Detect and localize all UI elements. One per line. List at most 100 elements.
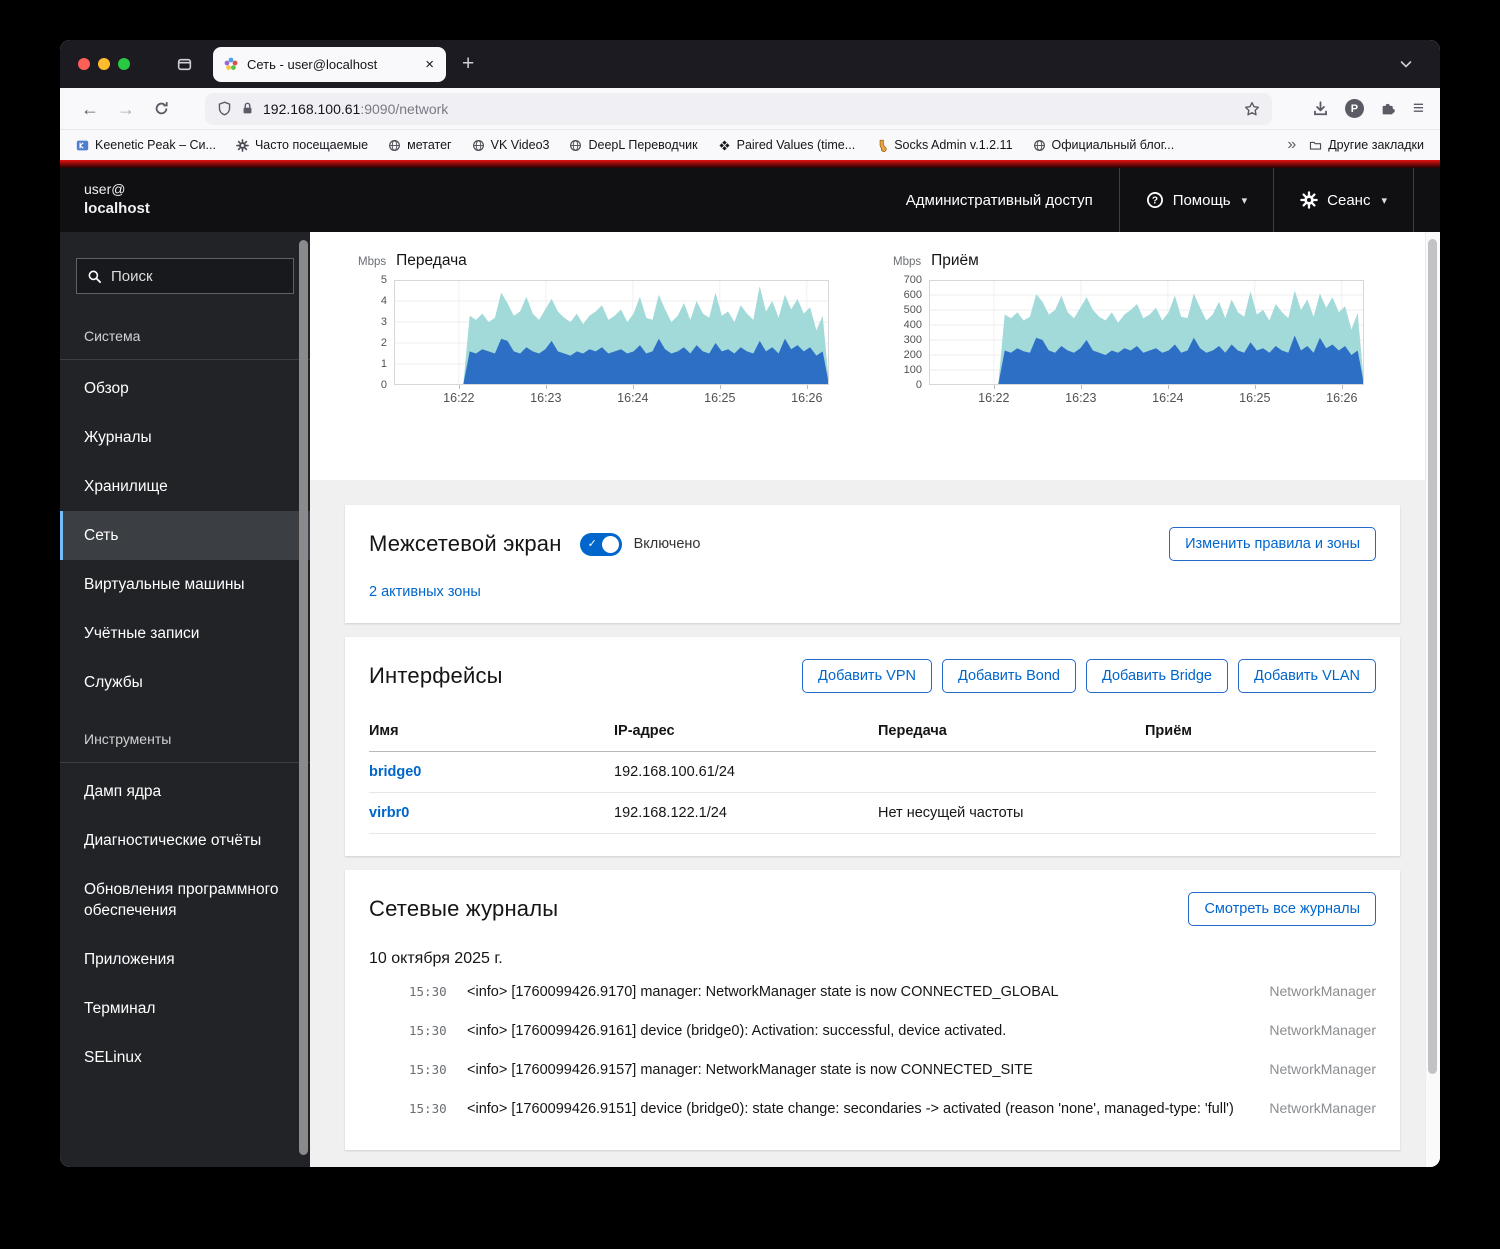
- reload-button[interactable]: [144, 100, 179, 117]
- bookmark-label: метатег: [407, 138, 452, 152]
- sidebar-item[interactable]: Журналы: [60, 413, 310, 462]
- bookmark-favicon: [472, 139, 485, 152]
- new-tab-button[interactable]: +: [462, 52, 474, 76]
- help-menu-button[interactable]: Помощь ▾: [1119, 168, 1273, 232]
- sidebar-item-label: Обновления программного обеспечения: [84, 881, 279, 919]
- log-time: 15:30: [409, 1101, 455, 1116]
- close-tab-icon[interactable]: ×: [423, 57, 436, 72]
- interface-link[interactable]: bridge0: [369, 764, 614, 780]
- host-name: localhost: [84, 200, 150, 217]
- sidebar-item-label: Сеть: [84, 527, 118, 544]
- sidebar-item[interactable]: SELinux: [60, 1033, 310, 1082]
- view-all-logs-button[interactable]: Смотреть все журналы: [1188, 892, 1376, 926]
- admin-access-label: Административный доступ: [906, 192, 1093, 209]
- url-bar[interactable]: 192.168.100.61:9090/network: [205, 93, 1272, 125]
- cockpit-favicon: [223, 56, 239, 72]
- interfaces-card: Интерфейсы Добавить VPN Добавить Bond До…: [345, 637, 1400, 856]
- edit-rules-zones-button[interactable]: Изменить правила и зоны: [1169, 527, 1376, 561]
- bookmark-item[interactable]: DeepL Переводчик: [569, 138, 697, 152]
- active-zones-link[interactable]: 2 активных зоны: [369, 584, 481, 600]
- profile-badge-icon[interactable]: P: [1345, 99, 1364, 118]
- log-row[interactable]: 15:30 <info> [1760099426.9157] manager: …: [409, 1050, 1376, 1089]
- interface-ip: 192.168.122.1/24: [614, 805, 878, 821]
- sidebar-item[interactable]: Сеть: [60, 511, 310, 560]
- firewall-card: Межсетевой экран ✓ Включено Изменить пра…: [345, 505, 1400, 623]
- log-service: NetworkManager: [1255, 1022, 1376, 1038]
- window-controls: [78, 58, 130, 70]
- minimize-window-button[interactable]: [98, 58, 110, 70]
- close-window-button[interactable]: [78, 58, 90, 70]
- sidebar-item-label: Виртуальные машины: [84, 576, 245, 593]
- browser-tab[interactable]: Сеть - user@localhost ×: [213, 47, 446, 82]
- sidebar-item-label: Журналы: [84, 429, 152, 446]
- bookmarks-overflow-icon[interactable]: »: [1287, 136, 1295, 154]
- session-menu-button[interactable]: Сеанс ▾: [1273, 168, 1414, 232]
- firefox-view-icon[interactable]: [176, 56, 193, 73]
- add-interface-button[interactable]: Добавить Bond: [942, 659, 1076, 693]
- tab-title: Сеть - user@localhost: [247, 57, 415, 72]
- table-row[interactable]: virbr0 192.168.122.1/24 Нет несущей част…: [369, 793, 1376, 834]
- log-row[interactable]: 15:30 <info> [1760099426.9161] device (b…: [409, 1011, 1376, 1050]
- sidebar-scrollbar[interactable]: [299, 240, 308, 1155]
- sidebar-item[interactable]: Обзор: [60, 364, 310, 413]
- sidebar-item-label: Обзор: [84, 380, 129, 397]
- sidebar-item[interactable]: Хранилище: [60, 462, 310, 511]
- sidebar-item[interactable]: Диагностические отчёты: [60, 816, 310, 865]
- logs-title: Сетевые журналы: [369, 896, 558, 922]
- log-row[interactable]: 15:30 <info> [1760099426.9170] manager: …: [409, 972, 1376, 1011]
- add-interface-button[interactable]: Добавить VPN: [802, 659, 932, 693]
- sidebar-item-label: Учётные записи: [84, 625, 199, 642]
- other-bookmarks-button[interactable]: Другие закладки: [1309, 138, 1424, 152]
- sidebar-item[interactable]: Дамп ядра: [60, 767, 310, 816]
- log-row[interactable]: 15:30 <info> [1760099426.9151] device (b…: [409, 1089, 1376, 1128]
- firewall-toggle[interactable]: ✓: [580, 533, 622, 556]
- toggle-check-icon: ✓: [588, 537, 597, 550]
- sidebar-item[interactable]: Инструменты: [60, 707, 310, 763]
- bookmark-item[interactable]: метатег: [388, 138, 452, 152]
- content-scrollbar-track[interactable]: [1425, 232, 1440, 1167]
- log-message: <info> [1760099426.9151] device (bridge0…: [467, 1101, 1243, 1117]
- log-message: <info> [1760099426.9157] manager: Networ…: [467, 1062, 1243, 1078]
- bookmark-item[interactable]: Официальный блог...: [1033, 138, 1175, 152]
- bookmark-item[interactable]: Keenetic Peak – Си...: [76, 138, 216, 152]
- sidebar-nav: Система Обзор Журналы Хранилище: [60, 304, 310, 1082]
- bookmark-item[interactable]: Paired Values (time...: [718, 138, 856, 152]
- admin-access-button[interactable]: Административный доступ: [880, 168, 1119, 232]
- sidebar-item[interactable]: Виртуальные машины: [60, 560, 310, 609]
- sidebar-item[interactable]: Учётные записи: [60, 609, 310, 658]
- lock-icon[interactable]: [240, 101, 255, 116]
- bookmark-favicon: [1033, 139, 1046, 152]
- content-scrollbar-thumb[interactable]: [1428, 239, 1437, 1074]
- add-interface-button[interactable]: Добавить VLAN: [1238, 659, 1376, 693]
- add-interface-button[interactable]: Добавить Bridge: [1086, 659, 1228, 693]
- sidebar-item[interactable]: Приложения: [60, 935, 310, 984]
- back-button[interactable]: ←: [72, 100, 108, 118]
- bookmark-item[interactable]: VK Video3: [472, 138, 550, 152]
- zoom-window-button[interactable]: [118, 58, 130, 70]
- sidebar-item[interactable]: Терминал: [60, 984, 310, 1033]
- log-entries: 15:30 <info> [1760099426.9170] manager: …: [369, 972, 1376, 1128]
- log-service: NetworkManager: [1255, 1100, 1376, 1116]
- rx-chart-unit: Mbps: [893, 256, 921, 268]
- interfaces-table-header: Имя IP-адрес Передача Приём: [369, 713, 1376, 752]
- bookmark-star-icon[interactable]: [1244, 101, 1260, 117]
- downloads-icon[interactable]: [1312, 100, 1329, 117]
- log-time: 15:30: [409, 1023, 455, 1038]
- menu-hamburger-icon[interactable]: ≡: [1413, 98, 1424, 120]
- bookmark-label: Keenetic Peak – Си...: [95, 138, 216, 152]
- extensions-puzzle-icon[interactable]: [1380, 100, 1397, 117]
- bookmark-item[interactable]: Часто посещаемые: [236, 138, 368, 152]
- interfaces-rows: bridge0 192.168.100.61/24 virbr0 192.168…: [369, 752, 1376, 834]
- shield-icon[interactable]: [217, 101, 232, 116]
- sidebar-item[interactable]: Система: [60, 304, 310, 360]
- sidebar-search-input[interactable]: Поиск: [76, 258, 294, 294]
- interface-link[interactable]: virbr0: [369, 805, 614, 821]
- sidebar-item[interactable]: Службы: [60, 658, 310, 707]
- list-all-tabs-icon[interactable]: [1398, 56, 1414, 72]
- bookmark-item[interactable]: Socks Admin v.1.2.11: [875, 138, 1012, 152]
- table-row[interactable]: bridge0 192.168.100.61/24: [369, 752, 1376, 793]
- forward-button[interactable]: →: [108, 100, 144, 118]
- sidebar-item[interactable]: Обновления программного обеспечения: [60, 865, 310, 935]
- bookmark-favicon: [875, 139, 888, 152]
- cockpit-app: user@ localhost Административный доступ …: [60, 168, 1440, 1167]
